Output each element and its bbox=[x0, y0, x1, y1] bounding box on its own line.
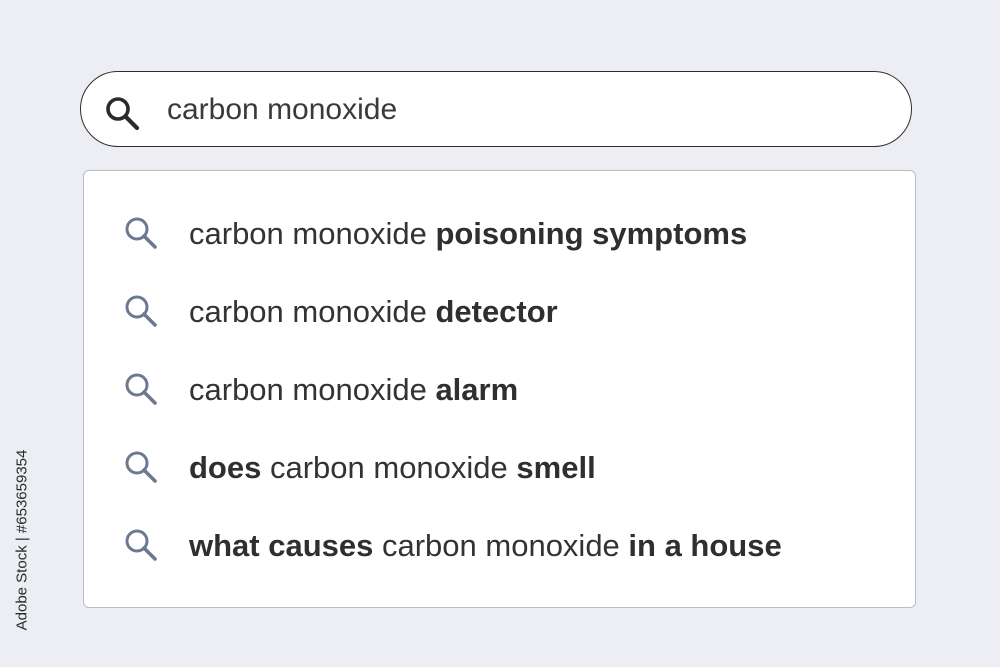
suggestion-label: does carbon monoxide smell bbox=[189, 450, 596, 486]
suggestions-dropdown: carbon monoxide poisoning symptoms carbo… bbox=[83, 170, 916, 608]
suggestion-part: carbon monoxide bbox=[189, 372, 436, 407]
suggestion-item[interactable]: does carbon monoxide smell bbox=[84, 437, 915, 497]
search-icon bbox=[125, 373, 157, 405]
suggestion-part: carbon monoxide bbox=[261, 450, 517, 485]
search-icon bbox=[125, 217, 157, 249]
suggestion-part-bold: detector bbox=[435, 294, 558, 329]
suggestion-part: carbon monoxide bbox=[189, 216, 436, 251]
search-bar[interactable] bbox=[80, 71, 912, 147]
suggestion-label: carbon monoxide detector bbox=[189, 294, 558, 330]
search-icon bbox=[125, 529, 157, 561]
search-input[interactable] bbox=[167, 90, 867, 130]
search-icon bbox=[125, 295, 157, 327]
stock-id-text: Adobe Stock | #653659354 bbox=[13, 449, 31, 631]
suggestion-label: what causes carbon monoxide in a house bbox=[189, 528, 782, 564]
suggestion-part-bold: what causes bbox=[189, 528, 374, 563]
suggestion-item[interactable]: carbon monoxide detector bbox=[84, 281, 915, 341]
suggestion-item[interactable]: what causes carbon monoxide in a house bbox=[84, 515, 915, 575]
suggestion-part-bold: does bbox=[189, 450, 262, 485]
stock-id-watermark: Adobe Stock | #653659354 bbox=[10, 428, 34, 653]
suggestion-label: carbon monoxide alarm bbox=[189, 372, 518, 408]
suggestion-part: carbon monoxide bbox=[373, 528, 629, 563]
suggestion-part-bold: in a house bbox=[628, 528, 782, 563]
suggestion-item[interactable]: carbon monoxide alarm bbox=[84, 359, 915, 419]
suggestion-item[interactable]: carbon monoxide poisoning symptoms bbox=[84, 203, 915, 263]
suggestion-part-bold: alarm bbox=[435, 372, 519, 407]
search-icon[interactable] bbox=[103, 94, 141, 132]
suggestion-part-bold: smell bbox=[516, 450, 596, 485]
suggestion-label: carbon monoxide poisoning symptoms bbox=[189, 216, 747, 252]
suggestion-part: carbon monoxide bbox=[189, 294, 436, 329]
search-icon bbox=[125, 451, 157, 483]
suggestion-part-bold: poisoning symptoms bbox=[435, 216, 748, 251]
